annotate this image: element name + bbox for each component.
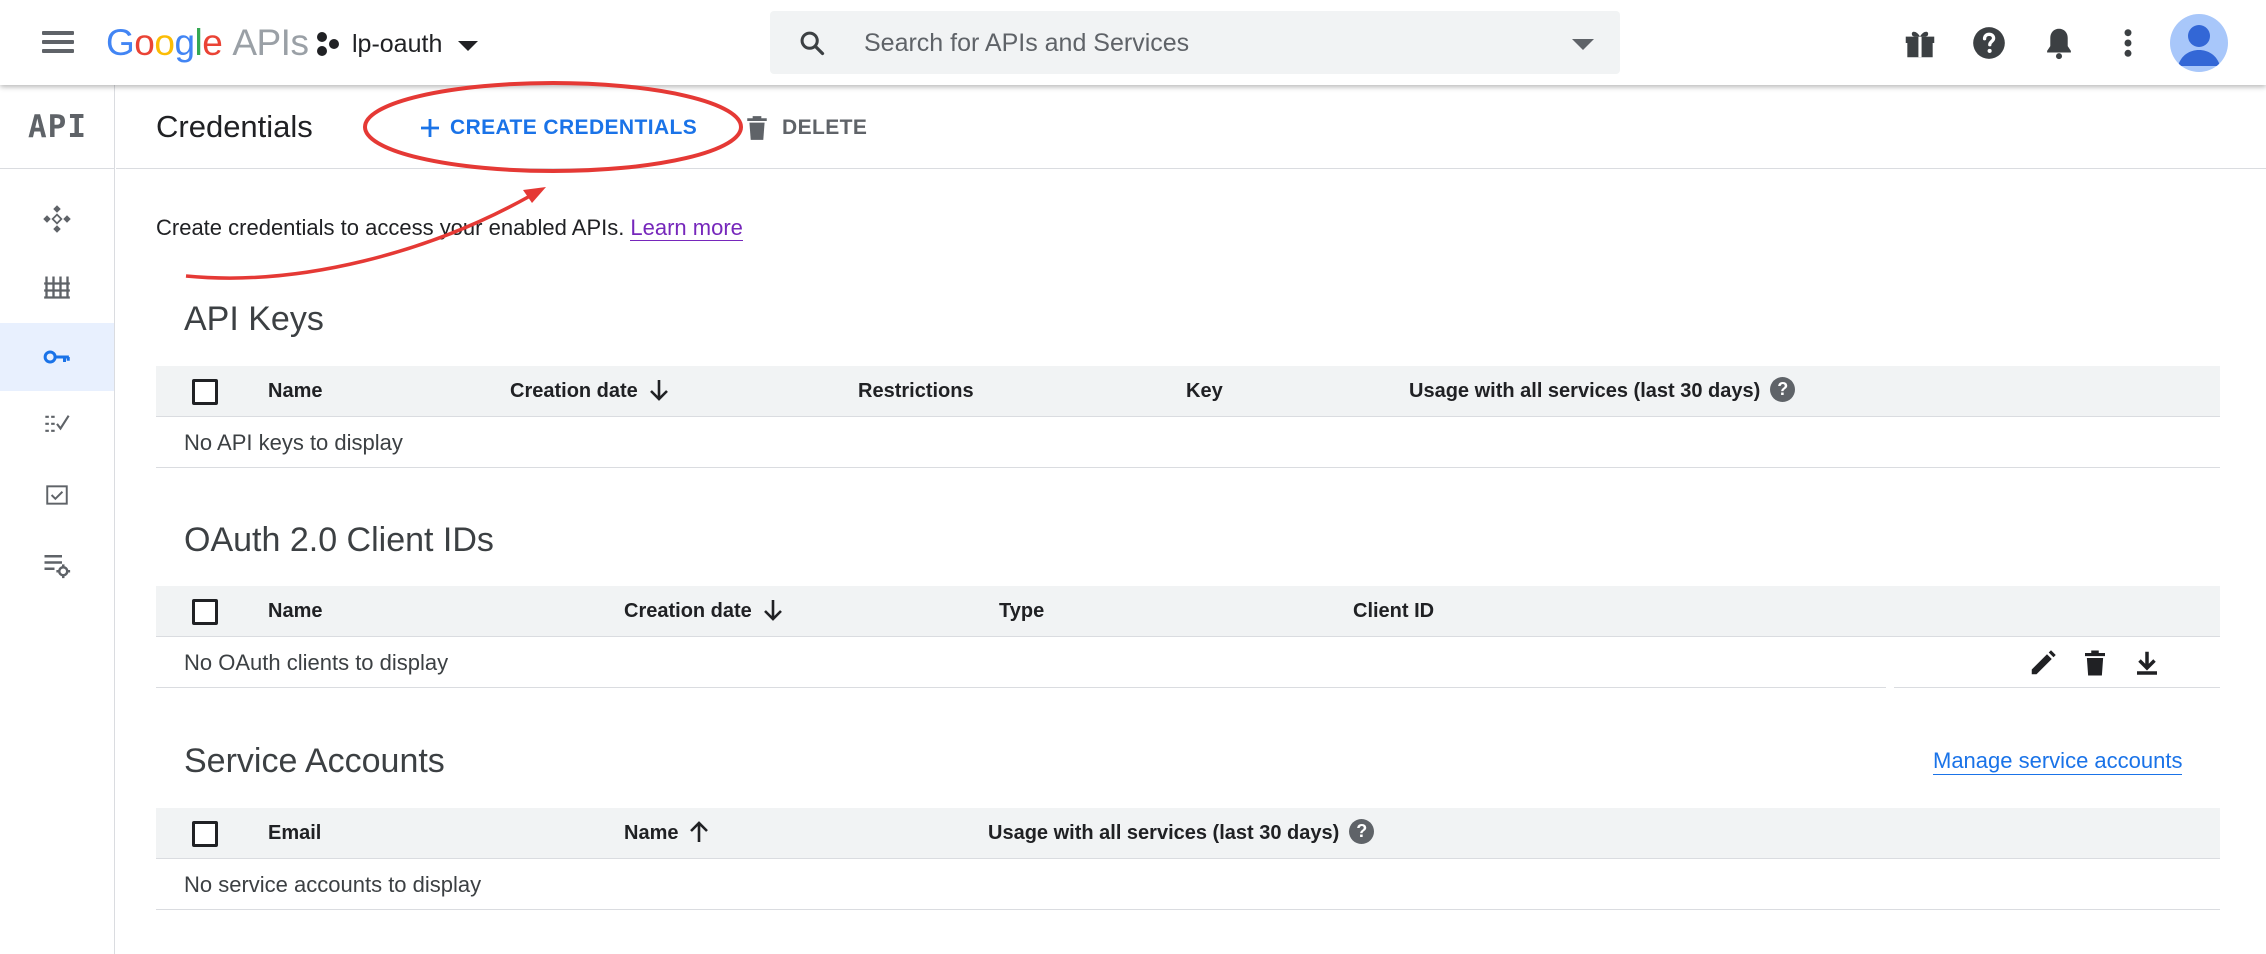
help-icon[interactable]: ? xyxy=(1770,377,1796,403)
column-creation-date[interactable]: Creation date xyxy=(510,366,670,417)
column-name[interactable]: Name xyxy=(268,366,322,417)
page-title: Credentials xyxy=(156,109,313,144)
oauth-clients-title: OAuth 2.0 Client IDs xyxy=(184,521,494,559)
service-accounts-title: Service Accounts xyxy=(184,742,445,780)
page-header: Credentials CREATE CREDENTIALS DELETE xyxy=(116,85,2266,169)
select-all-oauth-clients-checkbox[interactable] xyxy=(192,599,218,625)
account-avatar[interactable] xyxy=(2170,14,2228,72)
sidebar-item-dashboard[interactable] xyxy=(0,185,114,253)
service-accounts-empty-row: No service accounts to display xyxy=(156,860,2220,910)
column-usage[interactable]: Usage with all services (last 30 days)? xyxy=(1409,366,1796,417)
sidebar-item-library[interactable] xyxy=(0,253,114,321)
arrow-down-icon xyxy=(649,379,668,401)
apis-wordmark: APIs xyxy=(232,22,309,63)
learn-more-link[interactable]: Learn more xyxy=(630,215,743,241)
manage-service-accounts-link[interactable]: Manage service accounts xyxy=(1933,748,2183,775)
delete-label: DELETE xyxy=(782,116,868,139)
sidebar-item-domain-verification[interactable] xyxy=(0,461,114,529)
more-vert-icon[interactable] xyxy=(2109,24,2147,62)
column-restrictions[interactable]: Restrictions xyxy=(858,366,974,417)
column-usage[interactable]: Usage with all services (last 30 days)? xyxy=(988,808,1375,859)
search-input[interactable] xyxy=(864,23,1504,63)
chevron-down-icon xyxy=(458,40,479,51)
search-dropdown-icon[interactable] xyxy=(1572,39,1594,50)
top-app-bar: Google APIs lp-oauth xyxy=(0,0,2266,85)
library-icon xyxy=(44,276,70,299)
sidebar-item-oauth-consent[interactable] xyxy=(0,391,114,459)
hamburger-menu-icon[interactable] xyxy=(38,26,78,62)
column-creation-date[interactable]: Creation date xyxy=(624,586,784,637)
column-creation-date-label: Creation date xyxy=(510,380,638,402)
trash-icon[interactable] xyxy=(2080,648,2110,678)
column-usage-label: Usage with all services (last 30 days) xyxy=(988,822,1340,844)
api-keys-title: API Keys xyxy=(184,300,324,338)
list-settings-icon xyxy=(44,555,71,579)
intro-description: Create credentials to access your enable… xyxy=(156,215,625,240)
checkbox-icon xyxy=(46,485,68,505)
column-type[interactable]: Type xyxy=(999,586,1044,637)
oauth-clients-empty-row: No OAuth clients to display xyxy=(156,638,1886,688)
project-selector[interactable]: lp-oauth xyxy=(314,22,479,66)
trash-icon xyxy=(747,116,767,140)
select-all-api-keys-checkbox[interactable] xyxy=(192,379,218,405)
select-all-service-accounts-checkbox[interactable] xyxy=(192,821,218,847)
person-icon xyxy=(2178,25,2220,66)
project-name: lp-oauth xyxy=(352,29,443,58)
google-apis-logo[interactable]: Google APIs xyxy=(106,18,309,68)
oauth-row-actions xyxy=(2028,648,2162,678)
search-icon[interactable] xyxy=(798,29,826,57)
help-icon[interactable]: ? xyxy=(1349,819,1375,845)
column-client-id[interactable]: Client ID xyxy=(1353,586,1434,637)
plus-icon xyxy=(421,119,439,137)
column-name[interactable]: Name xyxy=(624,808,710,859)
download-icon[interactable] xyxy=(2132,648,2162,678)
api-logo[interactable]: API xyxy=(0,85,115,169)
delete-button[interactable]: DELETE xyxy=(746,107,867,149)
gift-icon[interactable] xyxy=(1901,24,1939,62)
edit-pencil-icon[interactable] xyxy=(2028,648,2058,678)
search-bar[interactable] xyxy=(770,11,1620,74)
intro-text: Create credentials to access your enable… xyxy=(156,215,743,241)
api-keys-table-header: Name Creation date Restrictions Key Usag… xyxy=(156,366,2220,417)
left-nav: API xyxy=(0,85,115,954)
column-key[interactable]: Key xyxy=(1186,366,1223,417)
create-credentials-button[interactable]: CREATE CREDENTIALS xyxy=(418,107,697,149)
notifications-bell-icon[interactable] xyxy=(2040,24,2078,62)
sidebar-item-credentials[interactable] xyxy=(0,323,114,391)
column-name-label: Name xyxy=(624,822,679,844)
consent-list-icon xyxy=(45,415,70,432)
google-wordmark: Google xyxy=(106,22,223,63)
annotation-arrow-head xyxy=(523,187,546,203)
column-creation-date-label: Creation date xyxy=(624,600,752,622)
column-email[interactable]: Email xyxy=(268,808,321,859)
create-credentials-label: CREATE CREDENTIALS xyxy=(450,116,698,139)
service-accounts-table-header: Email Name Usage with all services (last… xyxy=(156,808,2220,859)
arrow-down-icon xyxy=(763,599,782,621)
arrow-up-icon xyxy=(690,820,709,842)
dashboard-diamond-icon xyxy=(43,205,71,233)
oauth-clients-table-header: Name Creation date Type Client ID xyxy=(156,586,2220,637)
project-icon xyxy=(317,32,339,56)
sidebar-item-page-usage-agreements[interactable] xyxy=(0,531,114,599)
api-keys-empty-row: No API keys to display xyxy=(156,418,2220,468)
key-icon xyxy=(43,350,70,364)
column-name[interactable]: Name xyxy=(268,586,322,637)
help-icon[interactable] xyxy=(1970,24,2008,62)
column-usage-label: Usage with all services (last 30 days) xyxy=(1409,380,1761,402)
